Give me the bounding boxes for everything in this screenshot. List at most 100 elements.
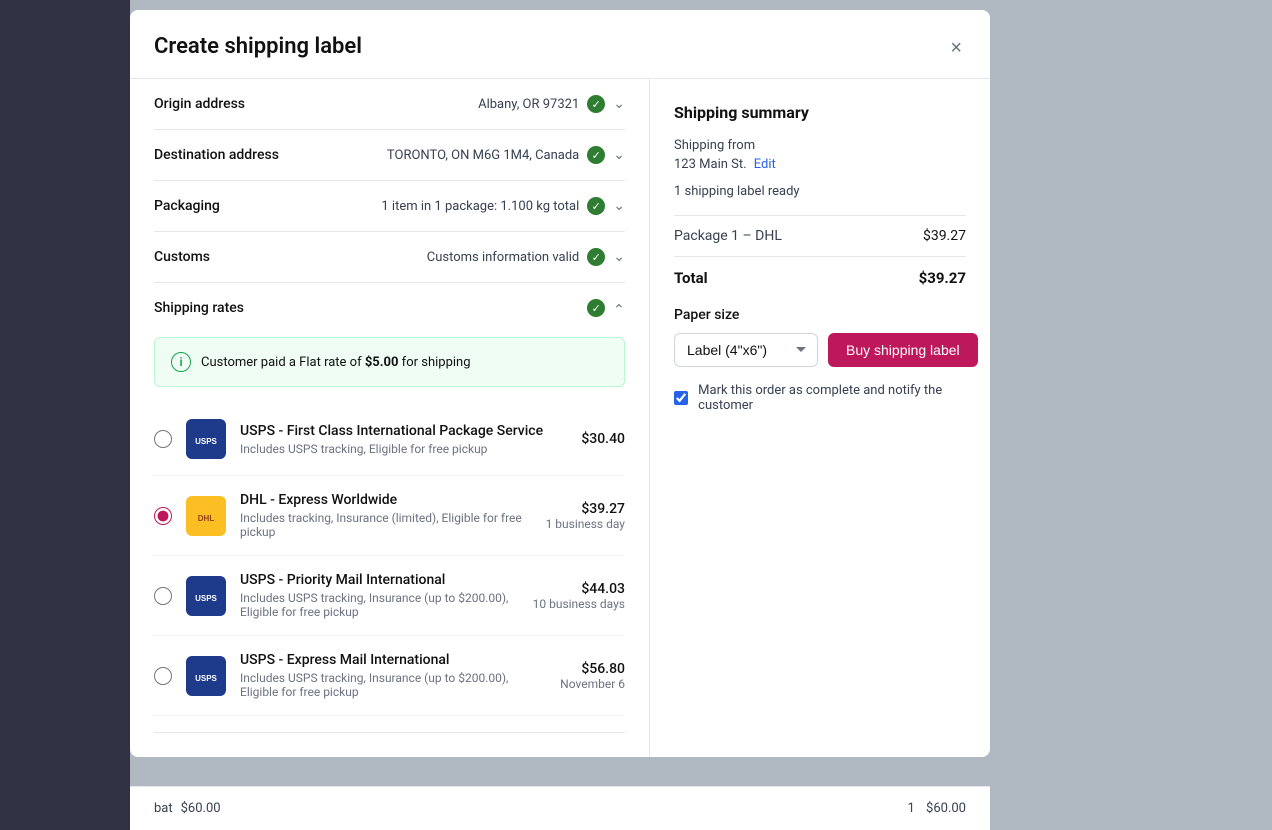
accordion-origin-header[interactable]: Origin address Albany, OR 97321 ✓ ⌄ — [154, 79, 625, 129]
rate-name-usps-first: USPS - First Class International Package… — [240, 423, 567, 439]
rate-info-dhl: DHL - Express Worldwide Includes trackin… — [240, 492, 532, 539]
bottom-bar-right: 1 $60.00 — [907, 801, 966, 816]
summary-total-line: Total $39.27 — [674, 269, 966, 287]
rate-price-usps-express: $56.80 November 6 — [560, 661, 625, 691]
info-icon: i — [171, 352, 191, 372]
usps-icon-2: USPS — [192, 582, 220, 610]
customs-right: Customs information valid ✓ ⌄ — [427, 248, 625, 266]
packaging-chevron-icon: ⌄ — [613, 198, 625, 214]
usps-logo-1: USPS — [186, 419, 226, 459]
summary-package-price: $39.27 — [923, 228, 966, 244]
rate-radio-dhl[interactable] — [154, 507, 172, 525]
bottom-bar-left: bat $60.00 — [154, 801, 221, 816]
rate-price-usps-priority: $44.03 10 business days — [533, 581, 625, 611]
rate-option-usps-priority: USPS USPS - Priority Mail International … — [154, 556, 625, 636]
rate-info-usps-priority: USPS - Priority Mail International Inclu… — [240, 572, 519, 619]
buy-shipping-label-button[interactable]: Buy shipping label — [828, 333, 978, 367]
svg-text:USPS: USPS — [195, 594, 217, 603]
modal-dialog: Create shipping label × Origin address A… — [130, 10, 990, 757]
packaging-value: 1 item in 1 package: 1.100 kg total — [381, 199, 579, 214]
shipping-rates-chevron-icon: ⌄ — [613, 300, 625, 316]
rate-details-usps-express: Includes USPS tracking, Insurance (up to… — [240, 671, 546, 699]
rate-option-usps-express: USPS USPS - Express Mail International I… — [154, 636, 625, 716]
rate-amount-usps-express: $56.80 — [560, 661, 625, 677]
rate-details-usps-first: Includes USPS tracking, Eligible for fre… — [240, 442, 567, 456]
rate-options-list: USPS USPS - First Class International Pa… — [154, 403, 625, 716]
accordion-customs-header[interactable]: Customs Customs information valid ✓ ⌄ — [154, 232, 625, 282]
accordion-destination-header[interactable]: Destination address TORONTO, ON M6G 1M4,… — [154, 130, 625, 180]
rate-name-dhl: DHL - Express Worldwide — [240, 492, 532, 508]
bottom-quantity: 1 — [907, 801, 914, 816]
summary-divider-1 — [674, 215, 966, 216]
modal-header: Create shipping label × — [130, 10, 990, 79]
accordion-destination: Destination address TORONTO, ON M6G 1M4,… — [154, 130, 625, 181]
summary-ready: 1 shipping label ready — [674, 184, 966, 199]
summary-total-value: $39.27 — [919, 269, 966, 287]
rate-amount-dhl: $39.27 — [546, 501, 625, 517]
address-text: 123 Main St. — [674, 157, 747, 172]
summary-package-line: Package 1 – DHL $39.27 — [674, 228, 966, 244]
bottom-item-label: bat — [154, 801, 173, 816]
right-panel: Shipping summary Shipping from 123 Main … — [650, 79, 990, 757]
destination-check-icon: ✓ — [587, 146, 605, 164]
rate-price-dhl: $39.27 1 business day — [546, 501, 625, 531]
modal-body: Origin address Albany, OR 97321 ✓ ⌄ Dest… — [130, 79, 990, 757]
destination-right: TORONTO, ON M6G 1M4, Canada ✓ ⌄ — [387, 146, 625, 164]
paper-size-select[interactable]: Label (4"x6") Letter (8.5"x11") — [674, 333, 818, 367]
rate-info-usps-express: USPS - Express Mail International Includ… — [240, 652, 546, 699]
accordion-packaging: Packaging 1 item in 1 package: 1.100 kg … — [154, 181, 625, 232]
bottom-price-left: $60.00 — [181, 801, 221, 816]
sidebar — [0, 0, 130, 830]
rate-name-usps-priority: USPS - Priority Mail International — [240, 572, 519, 588]
rate-radio-usps-priority[interactable] — [154, 587, 172, 605]
rate-price-usps-first: $30.40 — [581, 431, 625, 447]
destination-label: Destination address — [154, 147, 279, 163]
origin-label: Origin address — [154, 96, 245, 112]
rate-details-usps-priority: Includes USPS tracking, Insurance (up to… — [240, 591, 519, 619]
bottom-bar: bat $60.00 1 $60.00 — [130, 786, 990, 830]
rate-radio-usps-first[interactable] — [154, 430, 172, 448]
customs-label: Customs — [154, 249, 210, 265]
customs-chevron-icon: ⌄ — [613, 249, 625, 265]
rate-info-usps-first: USPS - First Class International Package… — [240, 423, 567, 456]
packaging-label: Packaging — [154, 198, 220, 214]
paper-size-section: Paper size Label (4"x6") Letter (8.5"x11… — [674, 307, 966, 413]
dhl-icon: DHL — [192, 502, 220, 530]
customs-value: Customs information valid — [427, 250, 580, 265]
origin-value: Albany, OR 97321 — [478, 97, 579, 112]
summary-from-label: Shipping from — [674, 138, 966, 153]
summary-title: Shipping summary — [674, 103, 966, 122]
modal-title: Create shipping label — [154, 34, 362, 59]
rate-delivery-usps-express: November 6 — [560, 677, 625, 691]
bottom-price-right: $60.00 — [926, 801, 966, 816]
notify-label: Mark this order as complete and notify t… — [698, 383, 966, 413]
usps-logo-2: USPS — [186, 576, 226, 616]
rate-details-dhl: Includes tracking, Insurance (limited), … — [240, 511, 532, 539]
destination-value: TORONTO, ON M6G 1M4, Canada — [387, 148, 579, 163]
flat-rate-amount: $5.00 — [365, 355, 399, 370]
accordion-origin: Origin address Albany, OR 97321 ✓ ⌄ — [154, 79, 625, 130]
rate-option-usps-first: USPS USPS - First Class International Pa… — [154, 403, 625, 476]
rate-delivery-usps-priority: 10 business days — [533, 597, 625, 611]
edit-address-link[interactable]: Edit — [754, 157, 776, 172]
packaging-check-icon: ✓ — [587, 197, 605, 215]
svg-text:USPS: USPS — [195, 674, 217, 683]
summary-total-label: Total — [674, 269, 708, 287]
close-button[interactable]: × — [946, 34, 966, 62]
accordion-shipping-rates-header[interactable]: Shipping rates ✓ ⌄ — [154, 283, 625, 321]
info-banner-text: Customer paid a Flat rate of $5.00 for s… — [201, 355, 471, 370]
notify-checkbox[interactable] — [674, 390, 688, 406]
paper-size-row: Label (4"x6") Letter (8.5"x11") Buy ship… — [674, 333, 966, 367]
shipping-rates-right: ✓ ⌄ — [587, 299, 625, 317]
notify-row: Mark this order as complete and notify t… — [674, 383, 966, 413]
summary-divider-2 — [674, 256, 966, 257]
svg-text:DHL: DHL — [198, 514, 215, 523]
usps-logo-3: USPS — [186, 656, 226, 696]
usps-icon-1: USPS — [192, 425, 220, 453]
origin-right: Albany, OR 97321 ✓ ⌄ — [478, 95, 625, 113]
rate-name-usps-express: USPS - Express Mail International — [240, 652, 546, 668]
accordion-packaging-header[interactable]: Packaging 1 item in 1 package: 1.100 kg … — [154, 181, 625, 231]
rate-amount-usps-first: $30.40 — [581, 431, 625, 447]
svg-text:USPS: USPS — [195, 437, 217, 446]
rate-radio-usps-express[interactable] — [154, 667, 172, 685]
